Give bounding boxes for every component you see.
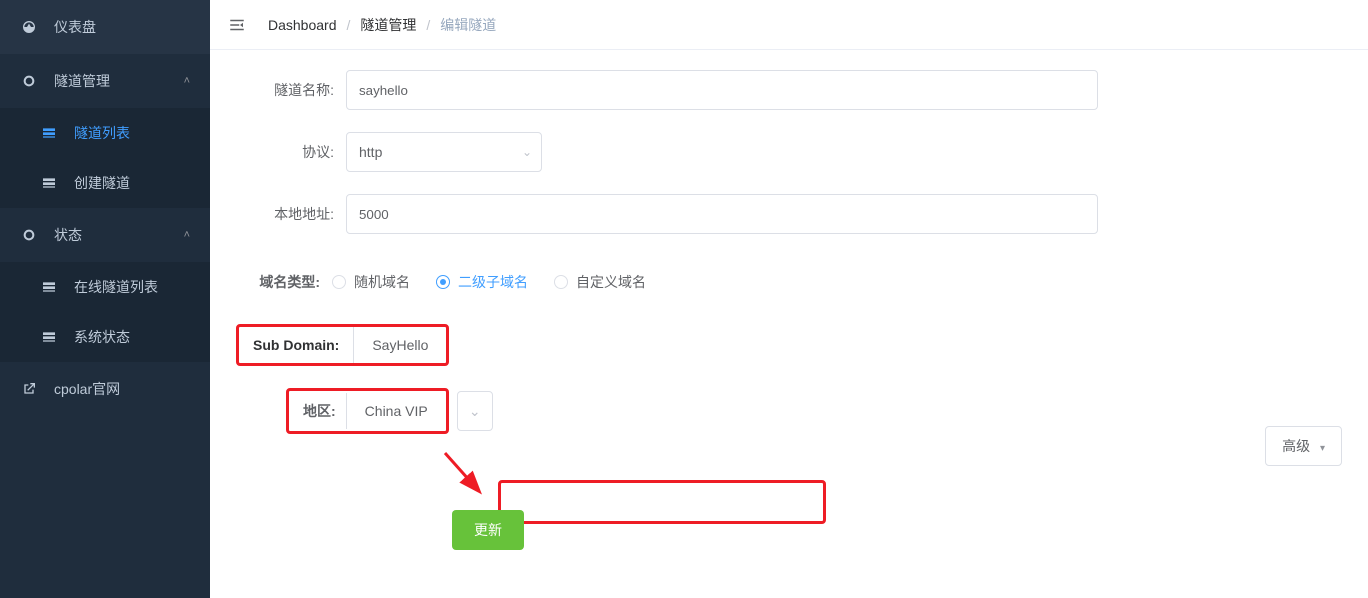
radio-label: 二级子域名	[458, 272, 528, 292]
sidebar-item-dashboard[interactable]: 仪表盘	[0, 0, 210, 54]
table-icon	[40, 278, 58, 296]
sub-domain-value[interactable]: SayHello	[354, 327, 446, 363]
row-region: 地区: China VIP ⌄	[286, 388, 1342, 434]
sidebar-item-label: 创建隧道	[74, 173, 190, 193]
radio-label: 随机域名	[354, 272, 410, 292]
local-addr-label: 本地地址:	[236, 204, 346, 224]
sidebar-item-label: 仪表盘	[54, 17, 190, 37]
breadcrumb-sep: /	[347, 17, 351, 33]
sidebar-item-online-tunnel[interactable]: 在线隧道列表	[0, 262, 210, 312]
table-icon	[40, 174, 58, 192]
radio-sub-domain[interactable]: 二级子域名	[436, 272, 528, 292]
arrow-annotation-icon	[440, 448, 490, 498]
external-link-icon	[20, 380, 38, 398]
table-icon	[40, 328, 58, 346]
row-protocol: 协议: http ⌄	[236, 132, 1342, 172]
row-tunnel-name: 隧道名称:	[236, 70, 1342, 110]
chevron-down-icon: ⌄	[469, 403, 481, 420]
sidebar-item-cpolar-site[interactable]: cpolar官网	[0, 362, 210, 416]
radio-label: 自定义域名	[576, 272, 646, 292]
breadcrumb-dashboard[interactable]: Dashboard	[268, 17, 337, 33]
breadcrumb-edit-tunnel: 编辑隧道	[440, 15, 496, 35]
sidebar-item-label: 隧道管理	[54, 71, 184, 91]
domain-type-label: 域名类型:	[236, 272, 332, 292]
local-addr-input[interactable]	[346, 194, 1098, 234]
menu-collapse-icon	[228, 16, 246, 34]
breadcrumb: Dashboard / 隧道管理 / 编辑隧道	[268, 15, 496, 35]
breadcrumb-sep: /	[426, 17, 430, 33]
radio-custom-domain[interactable]: 自定义域名	[554, 272, 646, 292]
gauge-icon	[20, 18, 38, 36]
protocol-value: http	[346, 132, 542, 172]
sidebar-item-label: cpolar官网	[54, 379, 190, 399]
chevron-up-icon: ˄	[184, 229, 190, 241]
sidebar-item-system-status[interactable]: 系统状态	[0, 312, 210, 362]
tunnel-name-input[interactable]	[346, 70, 1098, 110]
content: 隧道名称: 协议: http ⌄ 本地地址: 域名类型: 随	[210, 50, 1368, 598]
sidebar-item-tunnel-mgmt[interactable]: 隧道管理 ˄	[0, 54, 210, 108]
row-local-addr: 本地地址:	[236, 194, 1342, 234]
radio-dot-icon	[436, 275, 450, 289]
sub-domain-box: Sub Domain: SayHello	[236, 324, 449, 366]
sidebar-item-create-tunnel[interactable]: 创建隧道	[0, 158, 210, 208]
sidebar-item-label: 状态	[54, 225, 184, 245]
region-select-button[interactable]: ⌄	[457, 391, 493, 431]
ring-icon	[20, 72, 38, 90]
tunnel-name-label: 隧道名称:	[236, 80, 346, 100]
region-value: China VIP	[346, 393, 446, 429]
advanced-button[interactable]: 高级 ▾	[1265, 426, 1342, 466]
sidebar-item-label: 系统状态	[74, 327, 190, 347]
radio-dot-icon	[554, 275, 568, 289]
highlight-box	[498, 480, 826, 524]
radio-dot-icon	[332, 275, 346, 289]
update-button[interactable]: 更新	[452, 510, 524, 550]
chevron-up-icon: ˄	[184, 75, 190, 87]
sidebar-item-label: 隧道列表	[74, 123, 190, 143]
radio-random-domain[interactable]: 随机域名	[332, 272, 410, 292]
sidebar-item-status[interactable]: 状态 ˄	[0, 208, 210, 262]
chevron-down-icon: ▾	[1320, 443, 1325, 454]
advanced-label: 高级	[1282, 438, 1310, 454]
main: Dashboard / 隧道管理 / 编辑隧道 隧道名称: 协议: http ⌄	[210, 0, 1368, 598]
sidebar-item-tunnel-list[interactable]: 隧道列表	[0, 108, 210, 158]
table-icon	[40, 124, 58, 142]
breadcrumb-tunnel-mgmt[interactable]: 隧道管理	[360, 15, 416, 35]
protocol-label: 协议:	[236, 142, 346, 162]
sidebar: 仪表盘 隧道管理 ˄ 隧道列表 创建隧道 状态 ˄ 在线隧道列表 系统状态	[0, 0, 210, 598]
row-domain-type: 域名类型: 随机域名 二级子域名 自定义域名	[236, 272, 1342, 292]
region-label: 地区:	[289, 391, 346, 431]
ring-icon	[20, 226, 38, 244]
sidebar-toggle-button[interactable]	[226, 14, 248, 36]
sidebar-item-label: 在线隧道列表	[74, 277, 190, 297]
protocol-select[interactable]: http ⌄	[346, 132, 542, 172]
sub-domain-label: Sub Domain:	[239, 327, 354, 363]
topbar: Dashboard / 隧道管理 / 编辑隧道	[210, 0, 1368, 50]
